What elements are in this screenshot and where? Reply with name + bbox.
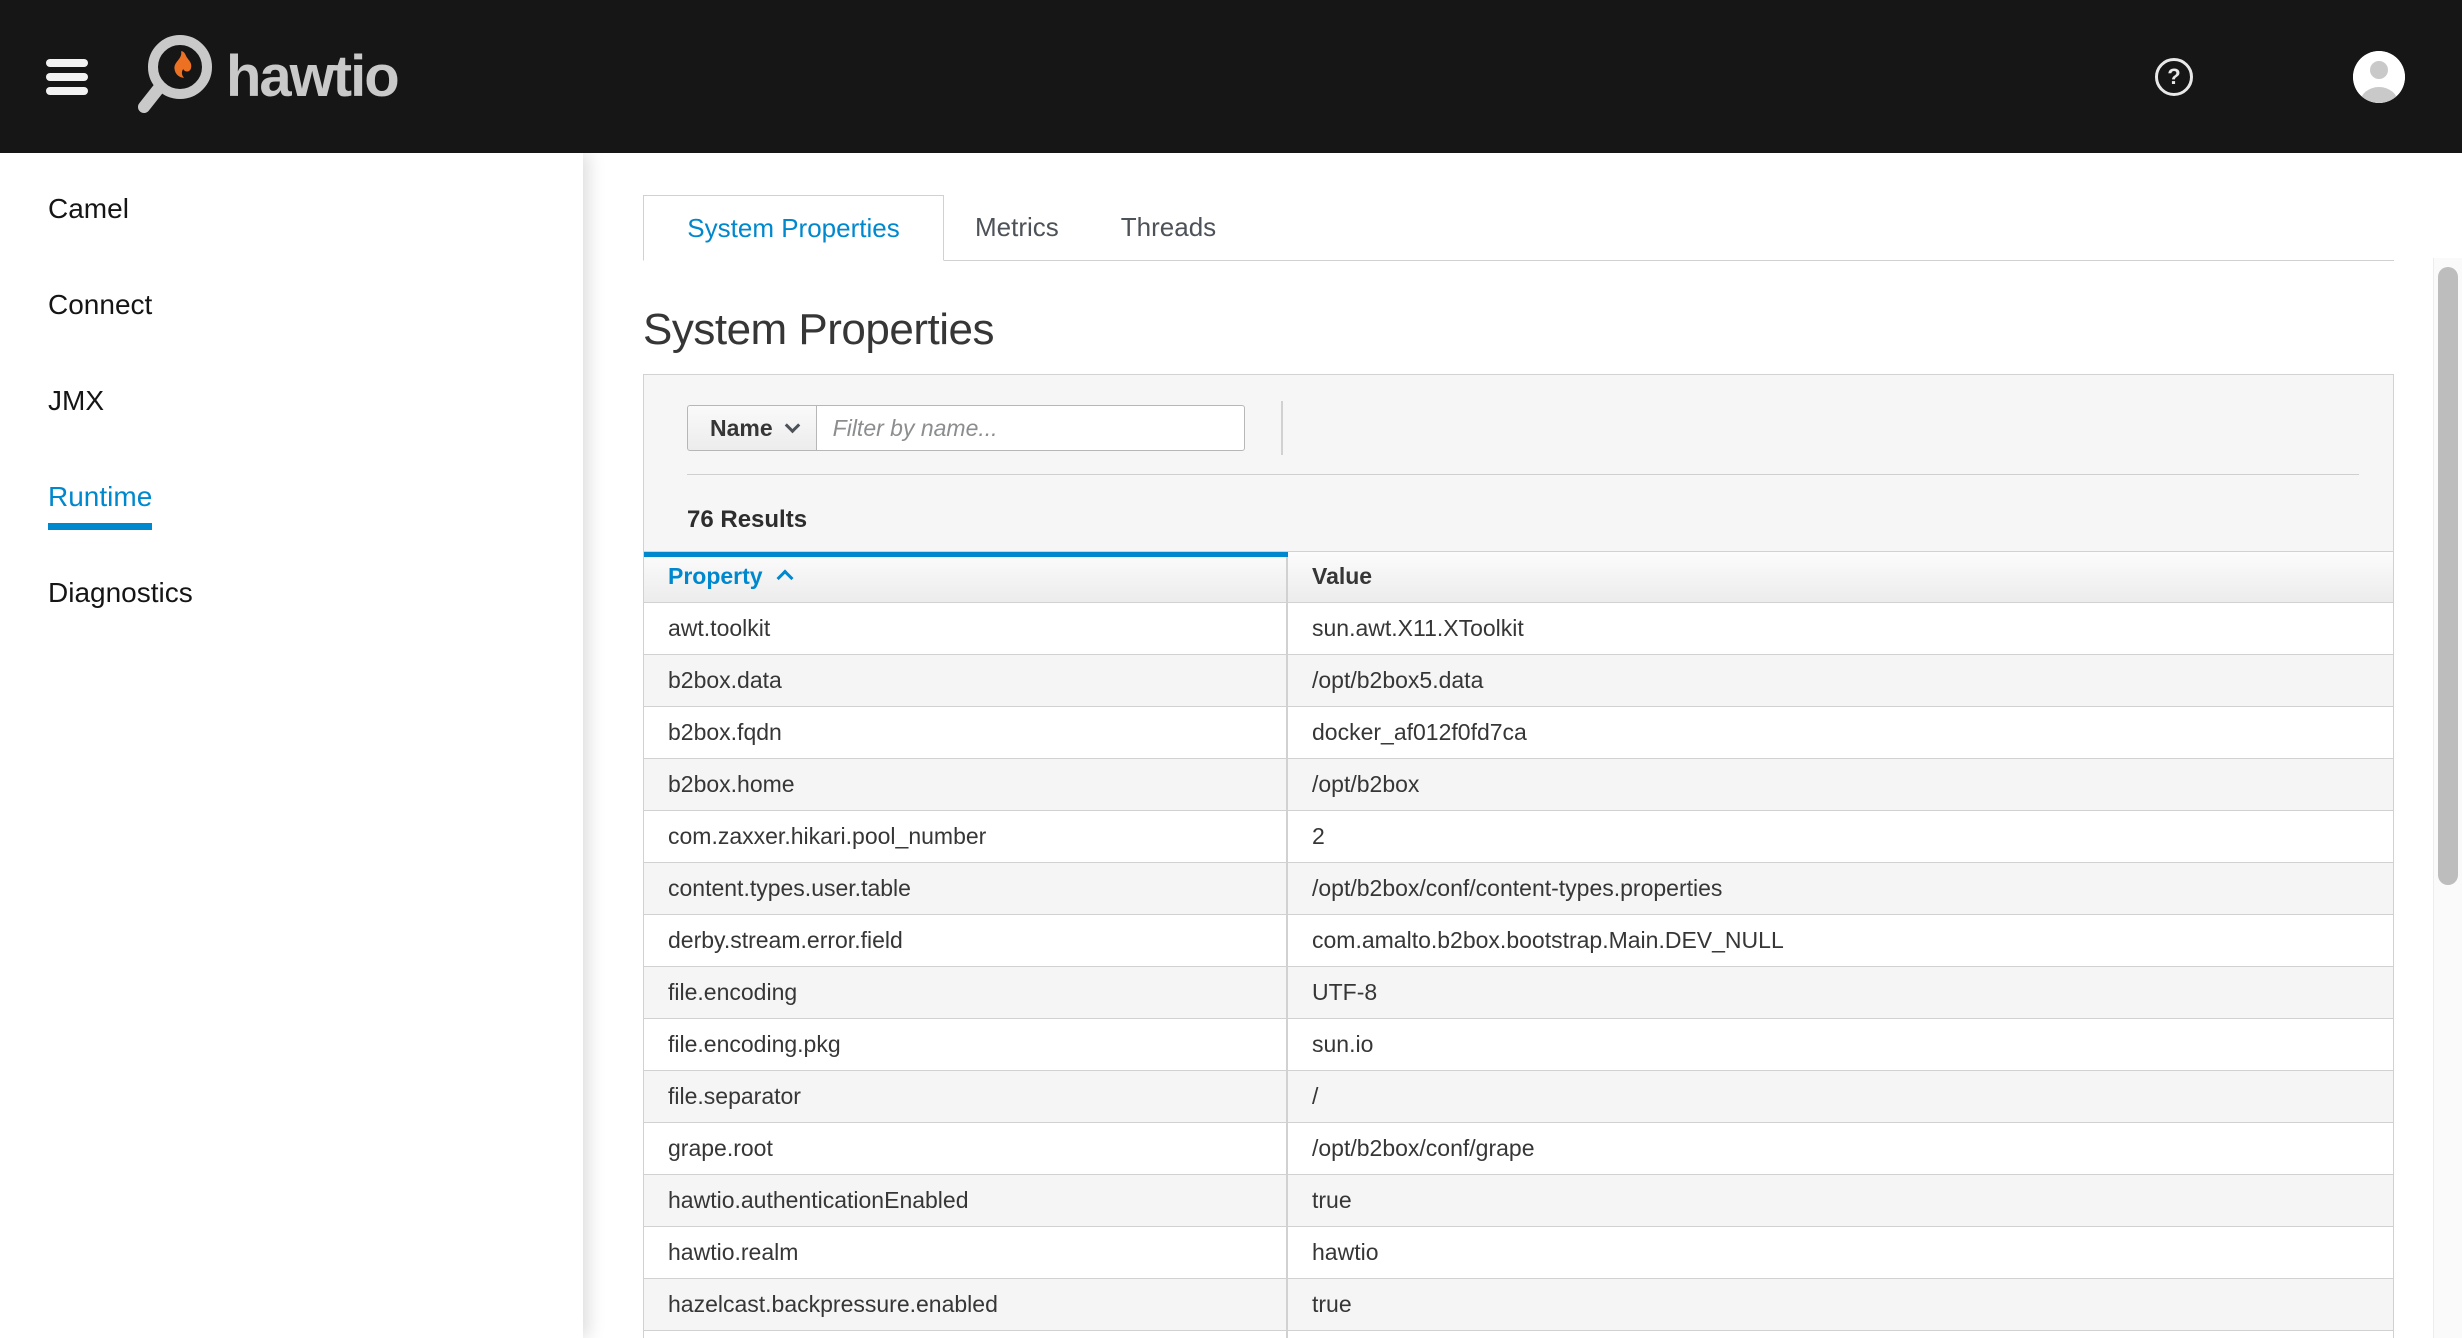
magnifier-flame-icon [128, 29, 232, 124]
property-cell: b2box.fqdn [644, 706, 1287, 758]
value-cell: / [1287, 1070, 2393, 1122]
table-header-row: Property Value [644, 552, 2393, 602]
results-count: 76 Results [687, 506, 2393, 534]
filter-input[interactable] [816, 405, 1245, 451]
scrollbar-thumb[interactable] [2438, 267, 2458, 885]
sidebar-item-camel[interactable]: Camel [0, 161, 583, 257]
property-cell: b2box.data [644, 654, 1287, 706]
sidebar-item-runtime[interactable]: Runtime [0, 449, 583, 545]
filter-attribute-dropdown[interactable]: Name [687, 405, 817, 451]
table-row: content.types.user.table/opt/b2box/conf/… [644, 862, 2393, 914]
caret-up-icon [776, 570, 793, 587]
property-cell: file.encoding [644, 966, 1287, 1018]
sidebar-item-label: JMX [48, 385, 104, 434]
value-cell: com.amalto.b2box.bootstrap.Main.DEV_NULL [1287, 914, 2393, 966]
page-title: System Properties [643, 305, 2394, 355]
brand-logo[interactable]: hawtio [128, 29, 398, 124]
sidebar-item-label: Connect [48, 289, 152, 338]
table-body: awt.toolkitsun.awt.X11.XToolkitb2box.dat… [644, 602, 2393, 1338]
toolbar-divider [1281, 401, 1283, 455]
system-properties-table: Property Value awt.toolkitsun.awt.X11.XT… [643, 552, 2394, 1338]
property-cell: file.encoding.pkg [644, 1018, 1287, 1070]
sidebar-item-label: Diagnostics [48, 577, 193, 626]
table-row: file.encoding.pkgsun.io [644, 1018, 2393, 1070]
main-content: System PropertiesMetricsThreads System P… [643, 153, 2394, 1338]
hamburger-icon[interactable] [46, 59, 88, 95]
column-header-property-label: Property [668, 563, 763, 589]
value-cell: docker_af012f0fd7ca [1287, 706, 2393, 758]
value-cell: true [1287, 1174, 2393, 1226]
question-circle-icon[interactable]: ? [2155, 58, 2193, 96]
property-cell: file.separator [644, 1070, 1287, 1122]
column-header-value[interactable]: Value [1287, 552, 2393, 602]
property-cell: b2box.home [644, 758, 1287, 810]
value-cell: hawtio [1287, 1226, 2393, 1278]
filter-attribute-label: Name [710, 415, 773, 442]
toolbar-separator [687, 474, 2359, 475]
table-row: hawtio.authenticationEnabledtrue [644, 1174, 2393, 1226]
table-row: hazelcast.backpressure.enabledtrue [644, 1278, 2393, 1330]
table-row: b2box.data/opt/b2box5.data [644, 654, 2393, 706]
tab-threads[interactable]: Threads [1090, 195, 1247, 260]
table-row: awt.toolkitsun.awt.X11.XToolkit [644, 602, 2393, 654]
sidebar-item-label: Camel [48, 193, 129, 242]
table-row: grape.root/opt/b2box/conf/grape [644, 1122, 2393, 1174]
table-row: b2box.home/opt/b2box [644, 758, 2393, 810]
property-cell: derby.stream.error.field [644, 914, 1287, 966]
value-cell: /opt/b2box/conf/content-types.properties [1287, 862, 2393, 914]
value-cell: sun.io [1287, 1018, 2393, 1070]
property-cell: hazelcast.backpressure.enabled [644, 1278, 1287, 1330]
tab-system-properties[interactable]: System Properties [643, 195, 944, 261]
sidebar-item-diagnostics[interactable]: Diagnostics [0, 545, 583, 641]
sorted-column-indicator [644, 552, 1288, 557]
value-cell: sun.awt.X11.XToolkit [1287, 602, 2393, 654]
sidebar-item-label: Runtime [48, 481, 152, 530]
filter-row: Name [644, 401, 2393, 455]
chevron-down-icon [784, 417, 800, 433]
tab-metrics[interactable]: Metrics [944, 195, 1090, 260]
value-cell: 2 [1287, 810, 2393, 862]
table-row: com.zaxxer.hikari.pool_number2 [644, 810, 2393, 862]
value-cell: /opt/b2box [1287, 758, 2393, 810]
table-row: file.separator/ [644, 1070, 2393, 1122]
table-row: file.encodingUTF-8 [644, 966, 2393, 1018]
property-cell: awt.toolkit [644, 602, 1287, 654]
user-avatar-icon[interactable] [2353, 51, 2405, 103]
table-row: b2box.fqdndocker_af012f0fd7ca [644, 706, 2393, 758]
property-cell: com.zaxxer.hikari.pool_number [644, 810, 1287, 862]
property-cell: hawtio.realm [644, 1226, 1287, 1278]
brand-text: hawtio [226, 43, 398, 110]
property-cell: content.types.user.table [644, 862, 1287, 914]
value-cell: true [1287, 1278, 2393, 1330]
filter-toolbar: Name 76 Results [643, 374, 2394, 552]
property-cell: hawtio.authenticationEnabled [644, 1174, 1287, 1226]
sidebar-item-jmx[interactable]: JMX [0, 353, 583, 449]
property-cell: grape.root [644, 1122, 1287, 1174]
table-row: hawtio.realmhawtio [644, 1226, 2393, 1278]
column-header-property[interactable]: Property [644, 552, 1287, 602]
table-row-partial [644, 1330, 2393, 1338]
sidebar-nav: Camel Connect JMX Runtime Diagnostics [0, 153, 583, 1338]
column-header-value-label: Value [1312, 563, 1372, 589]
value-cell: UTF-8 [1287, 966, 2393, 1018]
sidebar-item-connect[interactable]: Connect [0, 257, 583, 353]
value-cell: /opt/b2box/conf/grape [1287, 1122, 2393, 1174]
masthead: hawtio ? [0, 0, 2462, 153]
table-row: derby.stream.error.fieldcom.amalto.b2box… [644, 914, 2393, 966]
scrollbar-track[interactable] [2433, 258, 2462, 1338]
value-cell: /opt/b2box5.data [1287, 654, 2393, 706]
tab-list: System PropertiesMetricsThreads [643, 195, 2394, 261]
application-window: hawtio ? Camel Connect JMX Runtime Diagnosti… [0, 0, 2462, 1338]
